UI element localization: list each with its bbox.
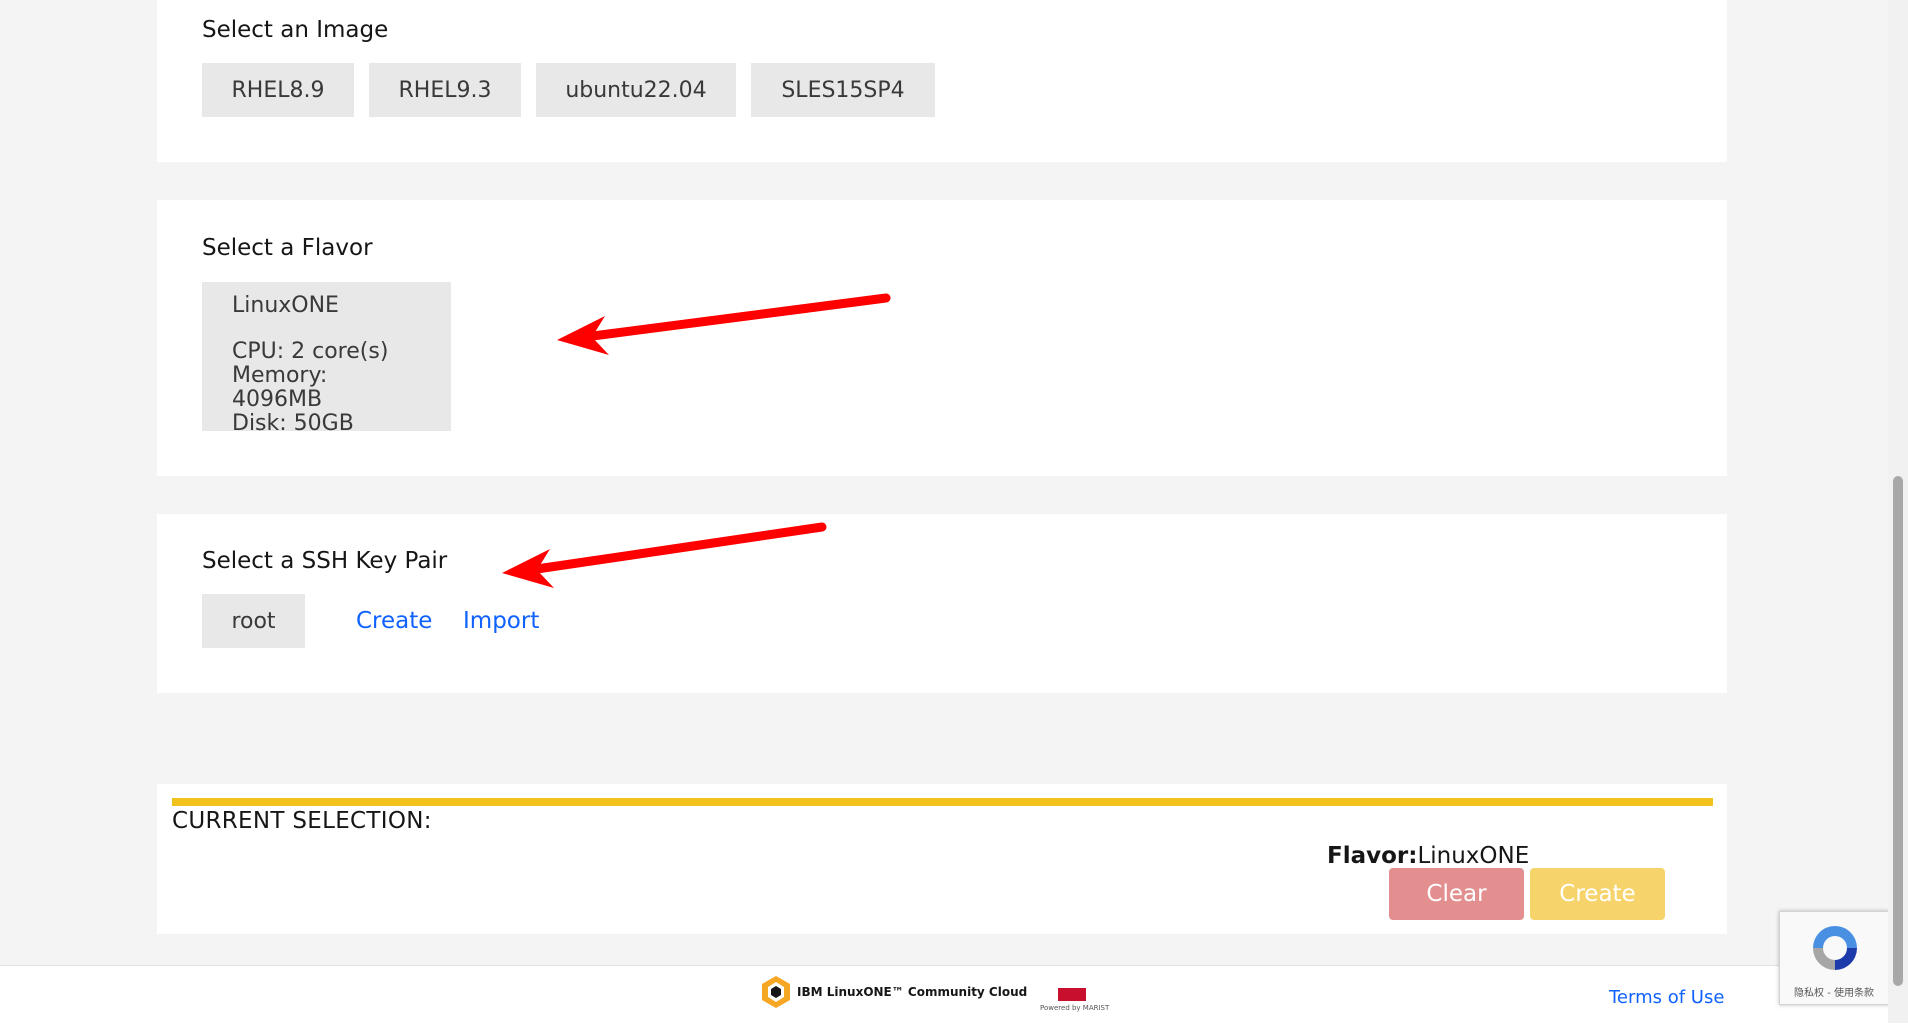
terms-of-use-link[interactable]: Terms of Use bbox=[1609, 987, 1724, 1008]
scrollbar-thumb[interactable] bbox=[1893, 476, 1903, 986]
annotation-arrows bbox=[502, 293, 891, 588]
powered-by-text: Powered by MARIST bbox=[1040, 1004, 1110, 1012]
footer: IBM LinuxONE™ Community Cloud Powered by… bbox=[0, 965, 1908, 1024]
linuxone-brand-text: IBM LinuxONE™ Community Cloud bbox=[797, 985, 1028, 999]
page-scrollbar[interactable] bbox=[1888, 0, 1908, 1023]
annotation-arrow-icon bbox=[557, 293, 891, 355]
marist-logo-icon bbox=[1058, 988, 1086, 1001]
recaptcha-links[interactable]: 隐私权 - 使用条款 bbox=[1784, 984, 1884, 999]
recaptcha-badge[interactable]: 隐私权 - 使用条款 bbox=[1779, 911, 1889, 1005]
linuxone-logo-icon bbox=[762, 976, 790, 1008]
recaptcha-icon bbox=[1813, 926, 1857, 970]
annotation-arrow-icon bbox=[502, 522, 827, 588]
